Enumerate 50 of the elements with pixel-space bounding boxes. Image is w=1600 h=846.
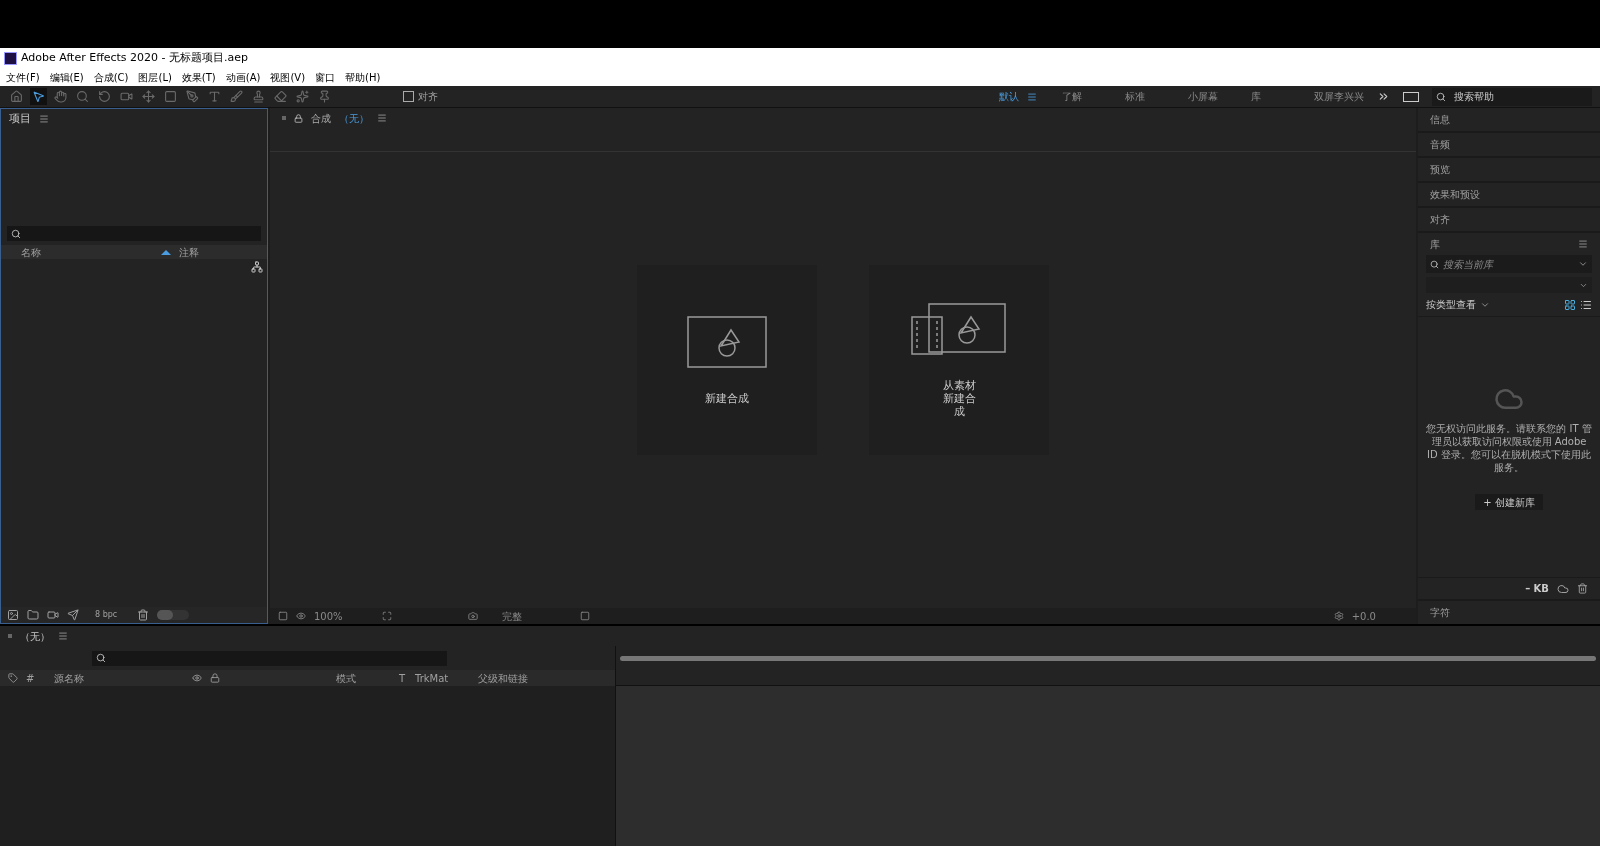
panel-header[interactable]: 效果和预设 [1418,183,1600,206]
column-header[interactable]: 注释 [179,244,199,260]
bit-depth-label[interactable]: 8 bpc [95,609,118,621]
snap-label: 对齐 [418,90,438,104]
column-header[interactable]: T [399,670,407,686]
library-size: – KB [1525,582,1549,596]
menu-item[interactable]: 视图(V) [270,69,306,85]
panel-title: 项目 [9,110,31,127]
card-label: 新建合成 [705,391,749,405]
menu-item[interactable]: 合成(C) [93,69,129,85]
card-label: 从素材新建合成 [941,378,977,418]
column-header[interactable]: TrkMat [415,670,470,686]
workspace-tab[interactable]: 了解 [1062,89,1082,104]
help-search-field[interactable]: 搜索帮助 [1432,87,1592,106]
panel-header[interactable]: 信息 [1418,108,1600,131]
workspace-tab[interactable]: 默认 [999,89,1019,104]
column-header[interactable]: 父级和链接 [478,670,528,686]
panel-title: 合成 [311,111,331,126]
menu-item[interactable]: 文件(F) [6,69,40,85]
panel-title: 库 [1430,237,1440,252]
composition-name[interactable]: （无） [339,110,369,126]
column-header[interactable]: 名称 [1,244,161,260]
composition-card[interactable]: 从素材新建合成 [869,265,1049,455]
column-header[interactable]: 模式 [336,670,391,686]
workspace-tab[interactable]: 库 [1251,89,1261,104]
window-title: Adobe After Effects 2020 - 无标题项目.aep [21,49,249,66]
panel-header[interactable]: 音频 [1418,133,1600,156]
library-message: 您无权访问此服务。请联系您的 IT 管理员以获取访问权限或使用 Adobe ID 登录。您可以在脱机模式下使用此服务。 [1426,422,1592,474]
menu-item[interactable]: 效果(T) [181,69,216,85]
menu-item[interactable]: 帮助(H) [345,69,381,85]
zoom-dropdown[interactable]: 100% [314,608,374,624]
resolution-dropdown[interactable]: 完整 [502,608,572,624]
exposure-value[interactable]: +0.0 [1351,608,1376,624]
menu-item[interactable]: 窗口 [315,69,336,85]
panel-header[interactable]: 对齐 [1418,208,1600,231]
column-header[interactable]: # [26,670,46,686]
create-library-button[interactable]: + 创建新库 [1475,494,1543,510]
panel-header[interactable]: 预览 [1418,158,1600,181]
panel-header[interactable]: 字符 [1418,601,1600,624]
workspace-tab[interactable]: 小屏幕 [1188,89,1218,104]
menu-item[interactable]: 编辑(E) [49,69,84,85]
workspace-tab[interactable]: 标准 [1125,89,1145,104]
menu-item[interactable]: 图层(L) [138,69,172,85]
composition-card[interactable]: 新建合成 [637,265,817,455]
library-search-field[interactable]: 搜索当前库 [1426,255,1592,273]
workspace-tab[interactable]: 双屏李兴兴 [1314,89,1364,104]
timeline-title[interactable]: （无） [20,628,50,644]
view-by-dropdown[interactable]: 按类型查看 [1426,297,1476,312]
menu-item[interactable]: 动画(A) [225,69,261,85]
column-header[interactable]: 源名称 [54,670,184,686]
